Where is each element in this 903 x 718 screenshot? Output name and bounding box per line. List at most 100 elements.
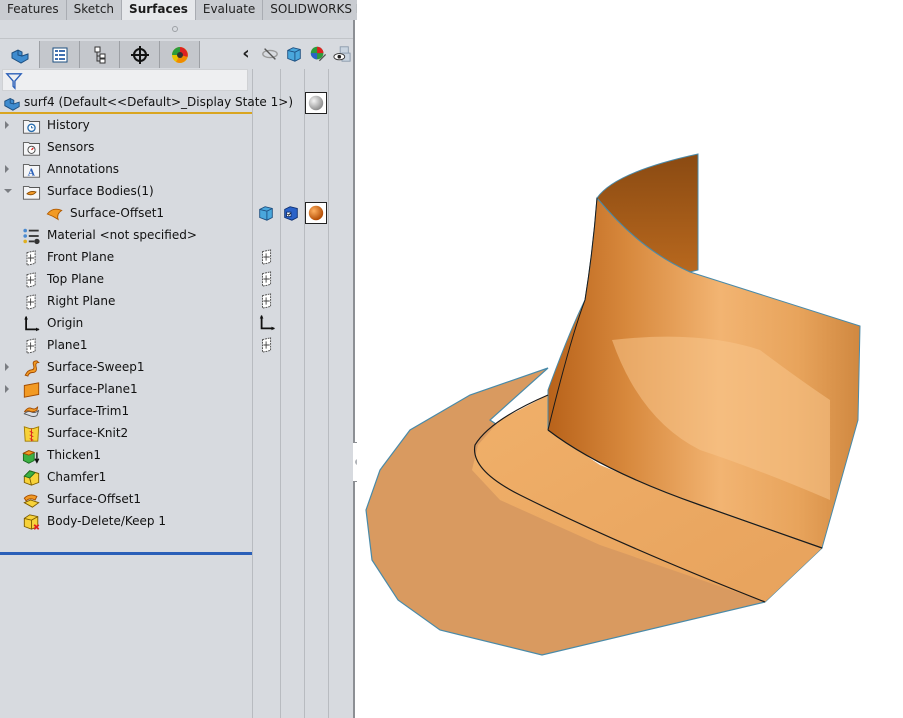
plane-icon [26, 294, 36, 310]
tree-item-right-plane[interactable]: Right Plane [0, 291, 252, 313]
displaymanager-tab[interactable] [160, 41, 200, 68]
surface-body-icon [46, 208, 63, 221]
surface-knit-icon [23, 426, 40, 442]
view-settings-icon [333, 46, 351, 62]
tree-item-chamfer1[interactable]: Chamfer1 [0, 467, 252, 489]
tree-item-origin[interactable]: Origin [0, 313, 252, 335]
configuration-tree-icon [94, 46, 105, 63]
tree-item-plane1[interactable]: Plane1 [0, 335, 252, 357]
tree-filter[interactable] [2, 69, 248, 91]
body-display-cube-icon[interactable] [257, 204, 275, 222]
feature-tree: History Sensors A Annotations Surface Bo… [0, 115, 252, 533]
tree-item-surface-bodies[interactable]: Surface Bodies(1) [0, 181, 252, 203]
column-divider [280, 69, 281, 718]
expand-arrow-icon[interactable] [5, 385, 9, 393]
tab-sketch[interactable]: Sketch [66, 0, 123, 20]
tree-item-label: Surface-Offset1 [70, 206, 165, 220]
tree-item-surface-trim1[interactable]: Surface-Trim1 [0, 401, 252, 423]
orange-sphere-icon [308, 205, 324, 221]
property-list-icon [52, 47, 67, 62]
collapse-panel-button[interactable]: ‹ [236, 44, 256, 64]
history-folder-icon [22, 120, 41, 134]
column-divider [328, 69, 329, 718]
origin-icon [24, 315, 40, 332]
plane-visibility-icon[interactable] [258, 270, 276, 288]
tree-item-sensors[interactable]: Sensors [0, 137, 252, 159]
surface-bodies-folder-icon [22, 186, 41, 200]
tree-item-label: Origin [47, 316, 84, 330]
view-settings-button[interactable] [332, 44, 352, 64]
tree-item-material[interactable]: Material <not specified> [0, 225, 252, 247]
appearance-edit-icon [310, 46, 327, 62]
plane-icon [26, 250, 36, 266]
plane-visibility-icon[interactable] [258, 248, 276, 266]
tree-item-label: Sensors [47, 140, 95, 154]
hide-show-button[interactable] [260, 44, 280, 64]
display-style-button[interactable] [284, 44, 304, 64]
tree-item-surface-offset1-body[interactable]: Surface-Offset1 [0, 203, 252, 225]
featuremanager-tab[interactable] [0, 41, 40, 68]
tree-item-history[interactable]: History [0, 115, 252, 137]
filter-icon [5, 73, 23, 90]
hide-show-icon [262, 48, 278, 60]
tree-item-label: Surface-Offset1 [47, 492, 142, 506]
tree-item-label: Front Plane [47, 250, 115, 264]
tree-item-thicken1[interactable]: Thicken1 [0, 445, 252, 467]
tab-features[interactable]: Features [0, 0, 67, 20]
tree-item-label: Chamfer1 [47, 470, 107, 484]
plane-visibility-icon[interactable] [258, 292, 276, 310]
collapse-arrow-icon[interactable] [4, 189, 12, 193]
part-icon [11, 48, 28, 64]
material-icon [23, 228, 40, 245]
tree-root-label: surf4 (Default<<Default>_Display State 1… [24, 95, 293, 109]
surface-model[interactable] [357, 0, 903, 718]
solidworks-window: Features Sketch Surfaces Evaluate SOLIDW… [0, 0, 903, 718]
tree-item-top-plane[interactable]: Top Plane [0, 269, 252, 291]
tree-item-surface-offset1[interactable]: Surface-Offset1 [0, 489, 252, 511]
tab-surfaces[interactable]: Surfaces [122, 0, 196, 20]
body-appearance-swatch[interactable] [305, 202, 327, 224]
command-manager-tabs: Features Sketch Surfaces Evaluate SOLIDW… [0, 0, 392, 20]
color-wheel-icon [171, 46, 188, 63]
dimxpertmanager-tab[interactable] [120, 41, 160, 68]
root-appearance-swatch[interactable] [305, 92, 327, 114]
body-delete-keep-icon [23, 514, 40, 530]
gray-sphere-icon [308, 95, 324, 111]
column-divider [304, 69, 305, 718]
tree-item-label: Surface Bodies(1) [47, 184, 154, 198]
tree-item-label: Surface-Sweep1 [47, 360, 145, 374]
display-style-cube-icon [287, 47, 301, 62]
tree-item-surface-plane1[interactable]: Surface-Plane1 [0, 379, 252, 401]
tree-item-label: Body-Delete/Keep 1 [47, 514, 166, 528]
plane-icon [26, 338, 36, 354]
tree-item-surface-sweep1[interactable]: Surface-Sweep1 [0, 357, 252, 379]
origin-visibility-icon[interactable] [258, 314, 276, 332]
graphics-viewport[interactable] [357, 0, 903, 718]
plane-icon [26, 272, 36, 288]
tree-item-label: Surface-Trim1 [47, 404, 130, 418]
plane-visibility-icon[interactable] [258, 336, 276, 354]
tree-root-part[interactable]: surf4 (Default<<Default>_Display State 1… [0, 92, 293, 114]
panel-tools: ‹ [236, 42, 352, 66]
configurationmanager-tab[interactable] [80, 41, 120, 68]
rollback-bar[interactable] [0, 552, 252, 555]
expand-arrow-icon[interactable] [5, 363, 9, 371]
tree-item-body-delete-keep1[interactable]: Body-Delete/Keep 1 [0, 511, 252, 533]
expand-arrow-icon[interactable] [5, 165, 9, 173]
manager-tabs [0, 41, 200, 69]
sensors-folder-icon [22, 142, 41, 156]
svg-text:A: A [27, 168, 36, 178]
tree-item-label: History [47, 118, 90, 132]
appearance-edit-button[interactable] [308, 44, 328, 64]
propertymanager-tab[interactable] [40, 41, 80, 68]
expand-arrow-icon[interactable] [5, 121, 9, 129]
tree-item-annotations[interactable]: A Annotations [0, 159, 252, 181]
panel-grip-bar[interactable] [0, 21, 353, 39]
transparency-cube-icon[interactable] [282, 204, 300, 222]
surface-trim-icon [23, 406, 40, 417]
tree-item-label: Surface-Plane1 [47, 382, 138, 396]
tab-evaluate[interactable]: Evaluate [195, 0, 264, 20]
tree-item-label: Surface-Knit2 [47, 426, 129, 440]
tree-item-front-plane[interactable]: Front Plane [0, 247, 252, 269]
tree-item-surface-knit2[interactable]: Surface-Knit2 [0, 423, 252, 445]
